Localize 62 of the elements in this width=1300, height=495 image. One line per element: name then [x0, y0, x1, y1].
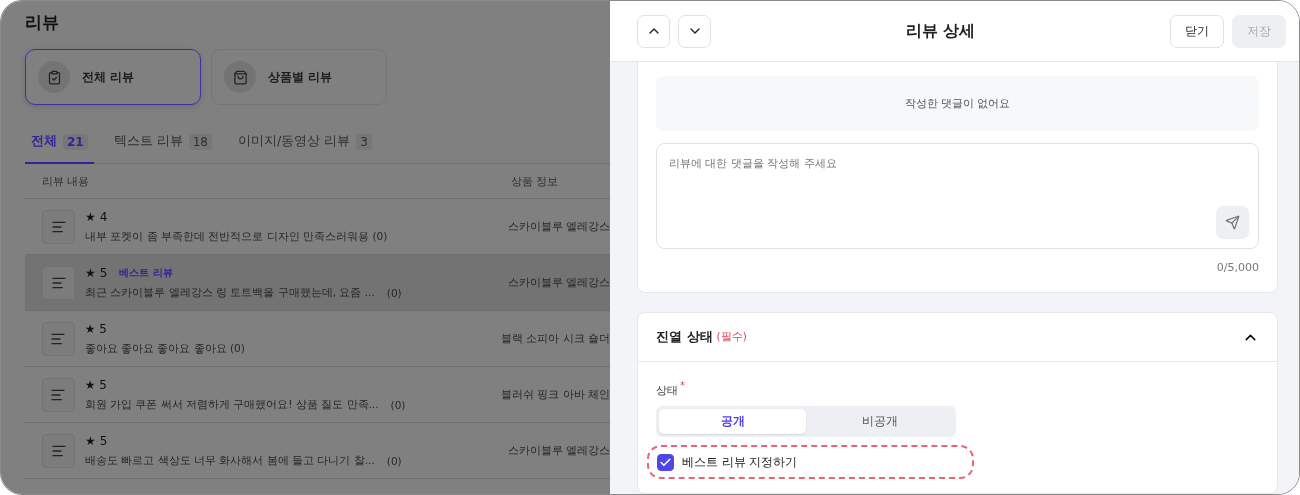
- review-text: 좋아요 좋아요 좋아요 좋아요 (0): [84, 341, 245, 356]
- column-header: 리뷰 내용: [42, 174, 90, 188]
- text-lines-icon: [42, 209, 76, 244]
- review-text: 배송도 빠르고 색상도 너무 화사해서 봄에 들고 다니기 찰...: [85, 453, 375, 468]
- close-button[interactable]: 닫기: [1170, 14, 1224, 48]
- character-counter: 0/5,000: [1216, 261, 1259, 275]
- review-text: 최근 스카이블루 엘레강스 링 토트백을 구매했는데, 요즘 ...: [85, 285, 375, 300]
- next-button[interactable]: [678, 14, 711, 48]
- visibility-option[interactable]: 비공개: [806, 409, 953, 434]
- section-title: 진열 상태: [656, 328, 713, 347]
- filter-tab[interactable]: 이미지/동영상 리뷰 3: [231, 129, 378, 164]
- checkbox-label: 베스트 리뷰 지정하기: [682, 454, 798, 470]
- clipboard-icon: [38, 61, 70, 93]
- comment-count: (0): [386, 286, 402, 299]
- rating: ★ 5: [84, 377, 107, 392]
- rating: ★ 5: [84, 321, 107, 336]
- review-row[interactable]: ★ 5 베스트 리뷰 최근 스카이블루 엘레강스 링 토트백을 구매했는데, 요즘 ... (0) 스카이블루 엘레강스: [25, 255, 610, 311]
- review-row[interactable]: ★ 5 좋아요 좋아요 좋아요 좋아요 (0) 블랙 소피아 시크 숄더: [25, 311, 610, 367]
- product-name: 스카이블루 엘레강스: [507, 275, 610, 290]
- tab-label: 이미지/동영상 리뷰: [237, 133, 351, 150]
- previous-button[interactable]: [637, 14, 670, 48]
- product-name: 블러쉬 핑크 아바 체인: [501, 387, 610, 402]
- review-row[interactable]: ★ 5 회원 가입 쿠폰 써서 저렴하게 구매했어요! 상품 질도 만족... (0) 블러쉬 핑크 아바 체인: [25, 367, 610, 423]
- tab-label: 텍스트 리뷰: [113, 133, 183, 150]
- send-icon: [1225, 215, 1240, 231]
- visibility-option[interactable]: 공개: [659, 409, 806, 434]
- view-card[interactable]: 전체 리뷰: [25, 49, 201, 105]
- text-lines-icon: [42, 433, 76, 468]
- check-icon: [659, 455, 672, 469]
- filter-tab[interactable]: 전체 21: [25, 129, 94, 164]
- review-row[interactable]: ★ 5 배송도 빠르고 색상도 너무 화사해서 봄에 들고 다니기 찰... (0) 스카이블루 엘레강스: [25, 423, 610, 479]
- column-header: 상품 정보: [511, 173, 559, 189]
- product-name: 스카이블루 엘레강스: [507, 443, 610, 458]
- tab-label: 전체: [31, 133, 57, 150]
- text-lines-icon: [42, 265, 76, 300]
- empty-comments-message: 작성한 댓글이 없어요: [656, 76, 1259, 132]
- filter-tab[interactable]: 텍스트 리뷰 18: [107, 129, 218, 164]
- review-text: 회원 가입 쿠폰 써서 저렴하게 구매했어요! 상품 질도 만족...: [84, 397, 379, 412]
- review-text: 내부 포켓이 좀 부족한데 전반적으로 디자인 만족스러워용 (0): [85, 229, 388, 244]
- tab-count: 18: [188, 133, 212, 150]
- product-name: 블랙 소피아 시크 숄더: [501, 331, 610, 346]
- text-lines-icon: [42, 377, 75, 412]
- checkbox[interactable]: [657, 453, 674, 471]
- drawer-title: 리뷰 상세: [904, 20, 977, 42]
- comment-field[interactable]: 리뷰에 대한 댓글을 작성해 주세요: [656, 143, 1259, 250]
- comment-count: (0): [386, 454, 402, 467]
- bag-icon: [224, 61, 256, 93]
- view-card-label: 전체 리뷰: [82, 68, 135, 86]
- view-card[interactable]: 상품별 리뷰: [211, 49, 387, 105]
- text-lines-icon: [42, 321, 75, 356]
- best-review-tag: 베스트 리뷰: [119, 265, 173, 280]
- comment-count: (0): [390, 398, 406, 411]
- tab-count: 3: [356, 133, 372, 150]
- tab-count: 21: [63, 133, 88, 150]
- view-card-label: 상품별 리뷰: [268, 68, 333, 86]
- product-name: 스카이블루 엘레강스: [507, 219, 610, 234]
- rating: ★ 5: [85, 265, 108, 280]
- required-note: (필수): [716, 330, 748, 345]
- rating: ★ 4: [85, 209, 108, 224]
- page-title: 리뷰: [25, 11, 60, 34]
- rating: ★ 5: [85, 433, 108, 448]
- send-button[interactable]: [1216, 206, 1249, 240]
